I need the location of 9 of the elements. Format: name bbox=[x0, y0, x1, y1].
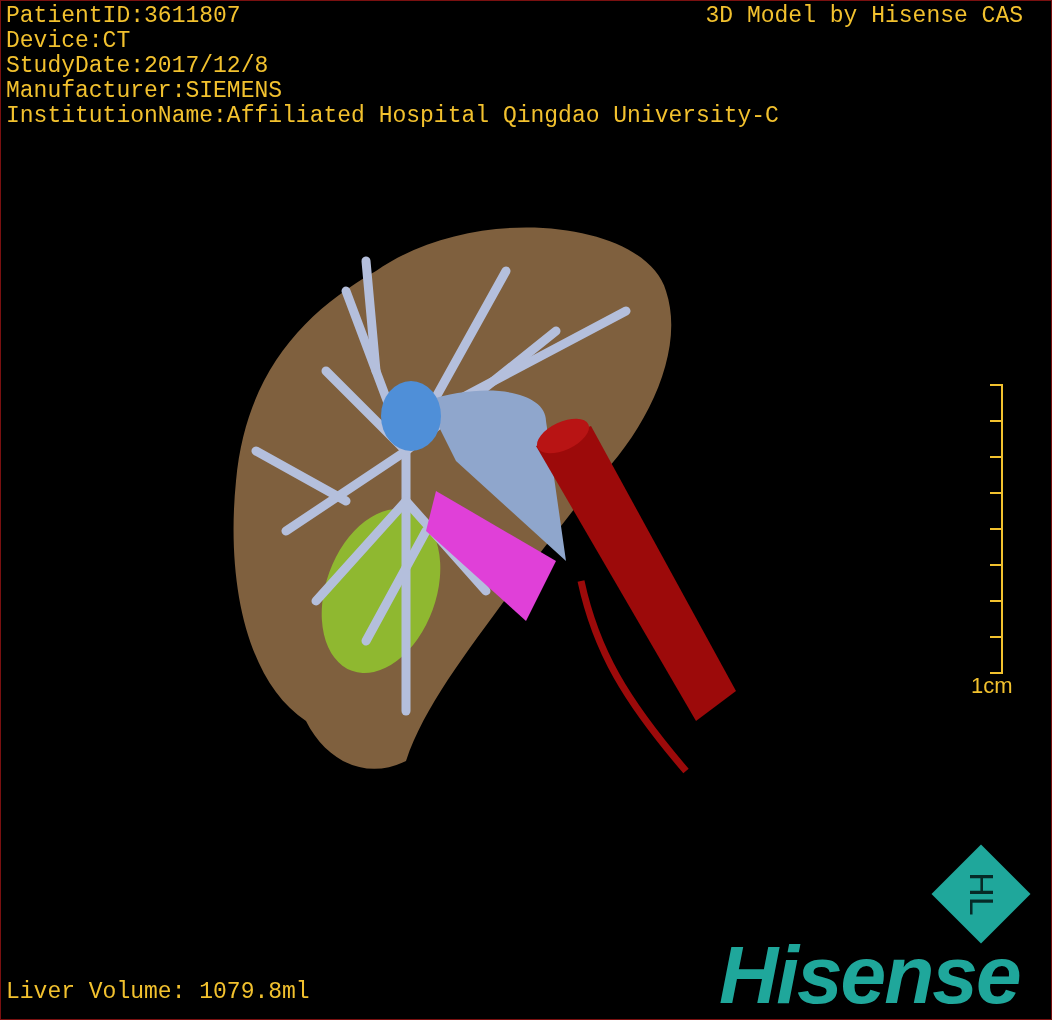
patient-info-text: PatientID:3611807 bbox=[6, 4, 241, 29]
logo-wordmark: Hisense bbox=[719, 934, 1020, 1016]
patient-info-text: Manufacturer:SIEMENS bbox=[6, 79, 283, 104]
patient-info-text: StudyDate:2017/12/8 bbox=[6, 54, 269, 79]
liver-volume-text: Liver Volume: 1079.8ml bbox=[6, 980, 310, 1005]
patient-info-text: Device:CT bbox=[6, 29, 131, 54]
patient-info-text: InstitutionName:Affiliated Hospital Qingdao University-C bbox=[6, 104, 779, 129]
scale-label: 1cm bbox=[971, 673, 1013, 698]
model-credit-text: 3D Model by Hisense CAS bbox=[705, 4, 1023, 29]
